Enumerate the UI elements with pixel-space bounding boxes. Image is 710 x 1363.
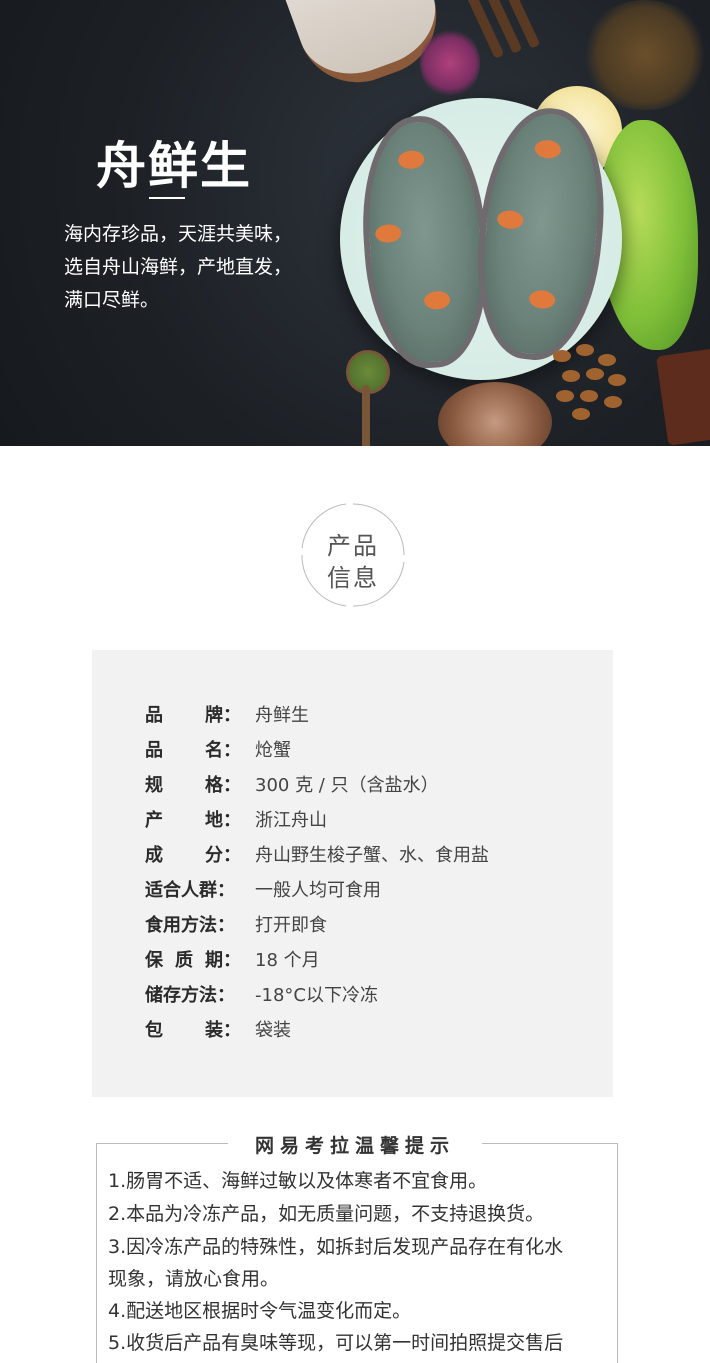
spec-key-char: 包 — [145, 1020, 163, 1041]
spec-key-char: 格： — [205, 775, 241, 796]
spec-value: -18°C以下冷冻 — [255, 985, 378, 1006]
tip-item: 2.本品为冷冻产品，如无质量问题，不支持退换货。 — [108, 1203, 545, 1225]
heading-line-1: 产品 — [327, 532, 379, 560]
brand-slogan: 海内存珍品，天涯共美味， 选自舟山海鲜，产地直发， 满口尽鲜。 — [64, 218, 324, 317]
spec-key-char: 产 — [145, 810, 163, 831]
spec-key-char: 规 — [145, 775, 163, 796]
tip-item: 5.收货后产品有臭味等现，可以第一时间拍照提交售后 — [108, 1332, 564, 1354]
tip-item: 4.配送地区根据时令气温变化而定。 — [108, 1300, 412, 1322]
spec-key-char: 食用方法： — [145, 915, 235, 936]
product-spec-table: 品 牌： 舟鲜生 品 名： 炝蟹 规 格： 300 克 / 只（含盐水） 产 地… — [92, 650, 613, 1097]
spec-key-char: 地： — [205, 810, 241, 831]
spec-key-char: 品 — [145, 705, 163, 726]
spec-value: 舟鲜生 — [255, 705, 309, 726]
spec-value: 浙江舟山 — [255, 810, 327, 831]
spec-key-char: 牌： — [205, 705, 241, 726]
bean-bowl-decoration — [438, 382, 552, 446]
spec-value: 袋装 — [255, 1020, 291, 1041]
spec-key-char: 品 — [145, 740, 163, 761]
spec-key-char: 期： — [205, 950, 241, 971]
product-info-heading: 产品 信息 — [300, 502, 406, 608]
spec-key-char: 保 — [145, 950, 163, 971]
spec-value: 打开即食 — [255, 915, 327, 936]
spoon-handle-decoration — [362, 385, 370, 446]
heading-line-2: 信息 — [327, 564, 379, 592]
almonds-decoration — [548, 340, 638, 430]
crab-plate-image — [340, 98, 622, 380]
hero-banner: 舟鲜生 海内存珍品，天涯共美味， 选自舟山海鲜，产地直发， 满口尽鲜。 — [0, 0, 710, 446]
spec-value: 一般人均可食用 — [255, 880, 381, 901]
spec-key-char: 储存方法： — [145, 985, 235, 1006]
slogan-line: 海内存珍品，天涯共美味， — [64, 223, 293, 245]
spec-key-char: 成 — [145, 845, 163, 866]
spec-key-char: 分： — [205, 845, 241, 866]
spec-key-char: 质 — [175, 950, 193, 971]
spec-key-char: 适合人群： — [145, 880, 235, 901]
tips-title: 网易考拉温馨提示 — [254, 1135, 455, 1157]
spec-value: 300 克 / 只（含盐水） — [255, 775, 439, 796]
spec-key-char: 名： — [205, 740, 241, 761]
spec-key-char: 装： — [205, 1020, 241, 1041]
crab-image — [355, 112, 495, 372]
tip-item: 1.肠胃不适、海鲜过敏以及体寒者不宜食用。 — [108, 1170, 488, 1192]
brand-divider — [149, 197, 185, 199]
purple-grain-decoration — [420, 28, 480, 98]
brand-title: 舟鲜生 — [96, 136, 252, 195]
tip-item: 3.因冷冻产品的特殊性，如拆封后发现产品存在有化水 — [108, 1236, 564, 1258]
wooden-box-decoration — [656, 348, 710, 446]
slogan-line: 选自舟山海鲜，产地直发， — [64, 256, 293, 278]
spec-value: 舟山野生梭子蟹、水、食用盐 — [255, 845, 489, 866]
slogan-line: 满口尽鲜。 — [64, 289, 160, 311]
spec-value: 18 个月 — [255, 950, 320, 971]
tip-item: 现象，请放心食用。 — [108, 1268, 280, 1290]
spec-value: 炝蟹 — [255, 740, 291, 761]
